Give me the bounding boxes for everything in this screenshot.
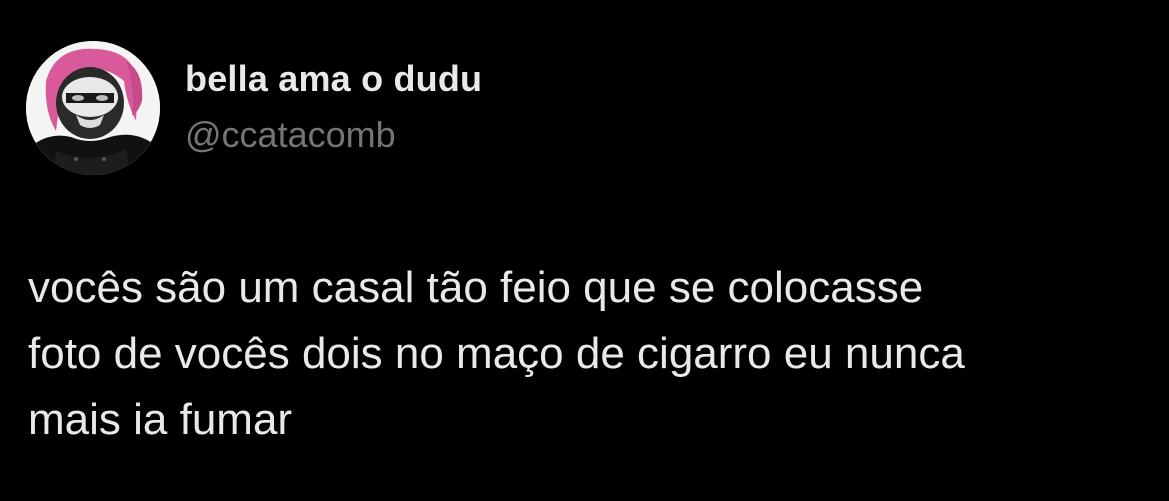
author-handle[interactable]: @ccatacomb — [185, 114, 396, 156]
profile-photo-icon — [26, 41, 160, 175]
avatar[interactable] — [26, 41, 160, 175]
tweet-text: vocês são um casal tão feio que se coloc… — [28, 263, 965, 444]
tweet-card: bella ama o dudu @ccatacomb vocês são um… — [0, 0, 1169, 501]
author-display-name[interactable]: bella ama o dudu — [185, 58, 482, 100]
